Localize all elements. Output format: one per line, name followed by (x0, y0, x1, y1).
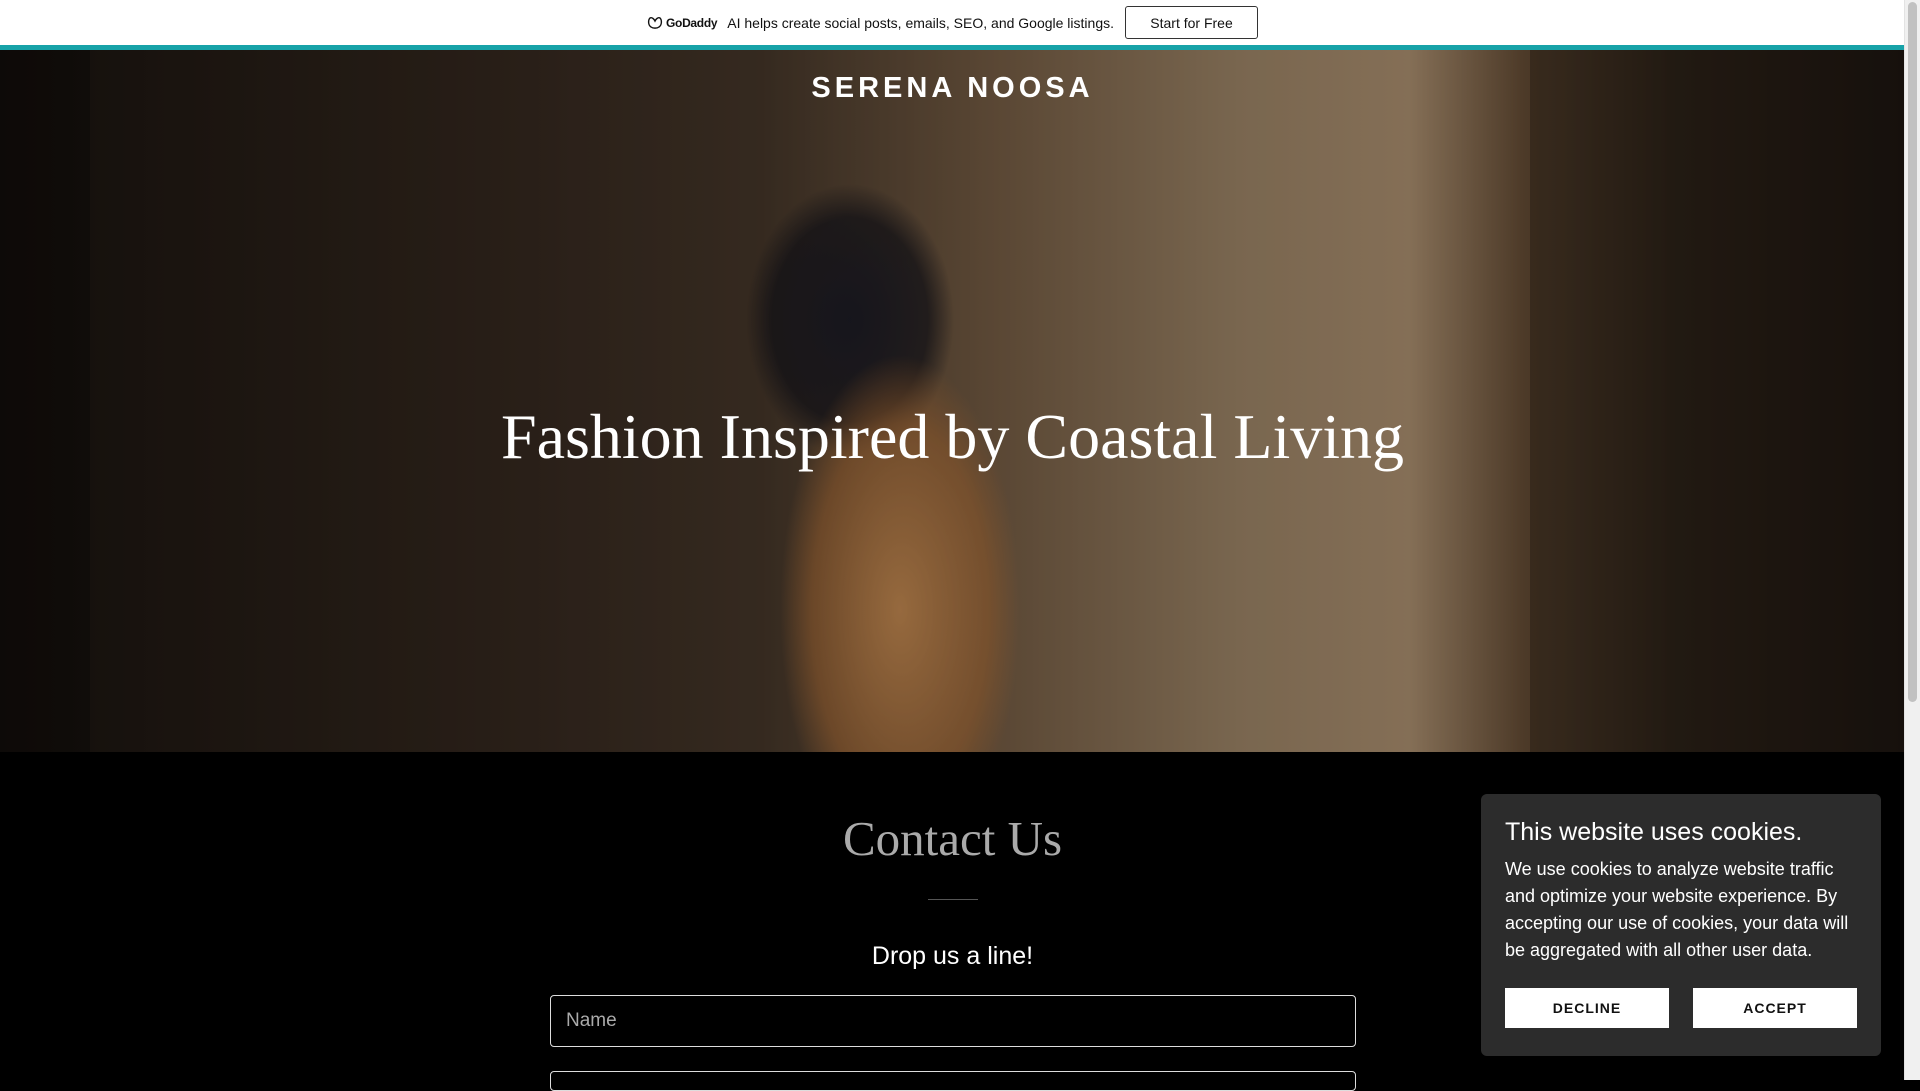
accept-button[interactable]: ACCEPT (1693, 988, 1857, 1028)
page-scrollbar[interactable] (1904, 0, 1920, 1080)
godaddy-logo-icon (647, 16, 663, 29)
decline-button[interactable]: DECLINE (1505, 988, 1669, 1028)
start-for-free-button[interactable]: Start for Free (1125, 6, 1258, 39)
hero-section: SERENA NOOSA Fashion Inspired by Coastal… (0, 50, 1905, 752)
godaddy-logo[interactable]: GoDaddy (647, 15, 718, 30)
godaddy-logo-text: GoDaddy (666, 15, 718, 30)
promo-message: AI helps create social posts, emails, SE… (727, 14, 1114, 31)
promo-banner: GoDaddy AI helps create social posts, em… (0, 0, 1905, 50)
scrollbar-thumb[interactable] (1908, 2, 1917, 702)
hero-title: Fashion Inspired by Coastal Living (500, 401, 1405, 472)
email-input[interactable] (550, 1071, 1356, 1091)
cookie-actions: DECLINE ACCEPT (1505, 988, 1857, 1028)
name-input[interactable] (550, 995, 1356, 1047)
contact-divider (928, 899, 978, 900)
cookie-body: We use cookies to analyze website traffi… (1505, 859, 1849, 960)
site-brand[interactable]: SERENA NOOSA (0, 72, 1905, 105)
cookie-banner: This website uses cookies. We use cookie… (1481, 794, 1881, 1056)
cookie-title: This website uses cookies. (1505, 818, 1803, 846)
